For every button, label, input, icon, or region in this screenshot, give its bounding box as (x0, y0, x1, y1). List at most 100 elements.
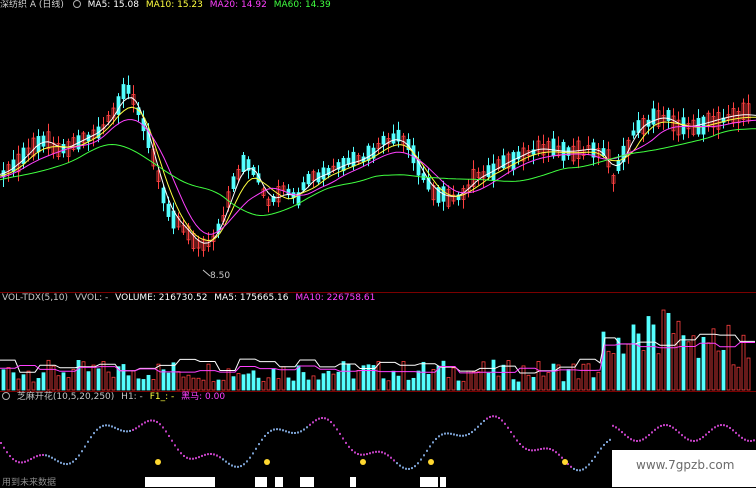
signal-marker (360, 459, 366, 465)
volume-bar (346, 363, 351, 391)
indicator-dot (372, 451, 374, 454)
future-data-notice: 用到未来数据 (2, 478, 57, 488)
volume-chart[interactable] (0, 293, 756, 391)
volume-bar (386, 380, 391, 391)
price-panel[interactable]: 深纺织 A (日线) MA5: 15.08 MA10: 15.23 MA20: … (0, 0, 756, 292)
volume-bar (76, 360, 81, 391)
volume-bar (651, 324, 656, 391)
volume-bar (61, 372, 66, 391)
volume-bar (1, 369, 6, 391)
indicator-dot (573, 467, 575, 470)
volume-bar (586, 363, 591, 391)
volume-bar (356, 369, 361, 391)
volume-bar (311, 375, 316, 391)
volume-bar (441, 360, 446, 391)
indicator-dot (555, 451, 557, 454)
indicator-dot (693, 439, 695, 442)
volume-bar (571, 363, 576, 391)
indicator-dot (729, 426, 731, 429)
volume-bar (211, 381, 216, 391)
indicator-dot (87, 440, 89, 443)
indicator-dot (156, 420, 158, 423)
indicator-dot (294, 431, 296, 434)
volume-bar (501, 364, 506, 391)
candle-body (321, 167, 326, 180)
indicator-dot (396, 462, 398, 465)
indicator-dot (417, 462, 419, 465)
volume-bar (566, 369, 571, 391)
volume-bar (626, 343, 631, 391)
volume-bar (41, 372, 46, 391)
indicator-dot (267, 431, 269, 434)
indicator-dot (369, 452, 371, 455)
volume-bar (521, 365, 526, 391)
indicator-dot (48, 455, 50, 458)
indicator-dot (234, 465, 236, 468)
indicator-dot (324, 417, 326, 420)
indicator-dot (363, 453, 365, 456)
candle-body (551, 138, 556, 157)
indicator-dot (150, 419, 152, 422)
indicator-dot (141, 423, 143, 426)
indicator-dot (678, 431, 680, 434)
indicator-dot (711, 428, 713, 431)
indicator-dot (681, 434, 683, 437)
indicator-dot (60, 461, 62, 464)
indicator-dot (384, 452, 386, 455)
indicator-dot (297, 431, 299, 434)
indicator-dot (684, 436, 686, 439)
volume-bar (261, 380, 266, 391)
indicator-dot (441, 433, 443, 436)
volume-bar (336, 371, 341, 391)
indicator-dot (345, 441, 347, 444)
volume-bar (396, 375, 401, 391)
indicator-dot (615, 426, 617, 429)
watermark-text: www.7gpzb.com (636, 458, 735, 472)
indicator-dot (78, 454, 80, 457)
indicator-dot (645, 436, 647, 439)
volume-bar (536, 361, 541, 391)
volume-bar (506, 360, 511, 391)
indicator-dot (336, 428, 338, 431)
indicator-dot (129, 429, 131, 432)
indicator-dot (198, 456, 200, 459)
indicator-dot (144, 421, 146, 424)
indicator-dot (411, 467, 413, 470)
volume-bar (321, 373, 326, 391)
indicator-dot (699, 438, 701, 441)
indicator-dot (507, 426, 509, 429)
candle-body (701, 116, 706, 135)
indicator-dot (447, 432, 449, 435)
volume-bar (66, 377, 71, 391)
indicator-dot (135, 427, 137, 430)
indicator-dot (588, 463, 590, 466)
indicator-dot (753, 439, 755, 442)
volume-bar (551, 363, 556, 391)
volume-bar (496, 375, 501, 391)
indicator-dot (27, 459, 29, 462)
candlestick-chart[interactable] (0, 0, 756, 292)
volume-bar (581, 363, 586, 391)
volume-bar (266, 377, 271, 391)
indicator-dot (543, 447, 545, 450)
volume-bar (191, 377, 196, 391)
volume-panel[interactable]: VOL-TDX(5,10) VVOL: - VOLUME: 216730.52 … (0, 293, 756, 391)
indicator-dot (153, 419, 155, 422)
indicator-dot (378, 450, 380, 453)
indicator-dot (42, 453, 44, 456)
indicator-dot (486, 417, 488, 420)
indicator-dot (195, 457, 197, 460)
candle-body (301, 182, 306, 191)
indicator-dot (474, 428, 476, 431)
indicator-dot (549, 448, 551, 451)
indicator-dot (357, 453, 359, 456)
volume-bar (641, 350, 646, 391)
indicator-dot (33, 456, 35, 459)
indicator-dot (177, 448, 179, 451)
indicator-dot (504, 422, 506, 425)
volume-bar (176, 371, 181, 391)
volume-bar (516, 381, 521, 391)
indicator-dot (381, 451, 383, 454)
indicator-dot (306, 426, 308, 429)
volume-bar (491, 359, 496, 391)
